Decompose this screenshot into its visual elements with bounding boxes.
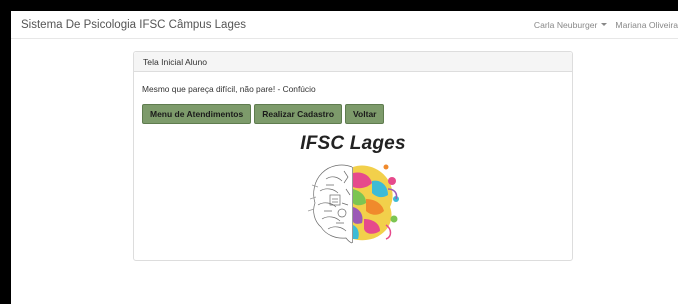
menu-atendimentos-button[interactable]: Menu de Atendimentos (142, 104, 252, 124)
navbar-brand[interactable]: Sistema De Psicologia IFSC Câmpus Lages (21, 19, 246, 31)
brain-image-wrap (142, 159, 564, 247)
panel-body: Mesmo que pareça difícil, não pare! - Co… (134, 72, 572, 247)
voltar-button[interactable]: Voltar (345, 104, 385, 124)
page-title: IFSC Lages (300, 133, 406, 154)
user-link[interactable]: Mariana Oliveira (615, 20, 678, 30)
realizar-cadastro-button[interactable]: Realizar Cadastro (254, 104, 343, 124)
home-panel: Tela Inicial Aluno Mesmo que pareça difí… (133, 51, 573, 261)
button-group: Menu de Atendimentos Realizar Cadastro V… (142, 104, 564, 124)
quote-text: Mesmo que pareça difícil, não pare! - Co… (142, 84, 316, 94)
brain-illustration (307, 164, 399, 244)
navbar: Sistema De Psicologia IFSC Câmpus Lages … (11, 11, 678, 39)
caret-down-icon (601, 23, 608, 26)
navbar-right: Carla Neuburger Mariana Oliveira (534, 20, 678, 30)
panel-heading: Tela Inicial Aluno (134, 52, 572, 72)
user-dropdown-label: Carla Neuburger (533, 19, 598, 30)
panel-heading-text: Tela Inicial Aluno (143, 56, 208, 67)
user-dropdown[interactable]: Carla Neuburger (534, 20, 608, 30)
browser-viewport: Sistema De Psicologia IFSC Câmpus Lages … (11, 11, 678, 304)
